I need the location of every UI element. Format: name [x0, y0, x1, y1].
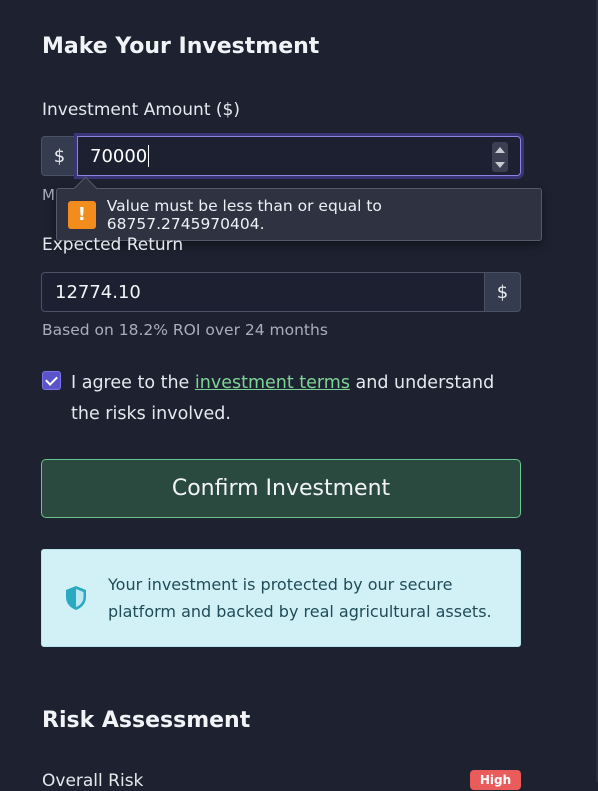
agreement-text-before: I agree to the — [71, 373, 195, 393]
warning-icon: ! — [68, 200, 96, 229]
number-spinner[interactable] — [492, 142, 508, 172]
protection-info-text: Your investment is protected by our secu… — [108, 575, 492, 621]
agreement-text: I agree to the investment terms and unde… — [42, 368, 512, 430]
agree-checkbox[interactable] — [42, 371, 61, 390]
section-title: Make Your Investment — [42, 34, 320, 59]
investment-amount-label: Investment Amount ($) — [42, 100, 240, 120]
expected-return-label: Expected Return — [42, 235, 184, 255]
expected-return-group: 12774.10 $ — [41, 272, 521, 312]
amount-hint-partial: M — [42, 186, 55, 204]
currency-suffix: $ — [485, 272, 521, 312]
protection-info-box: Your investment is protected by our secu… — [41, 549, 521, 647]
risk-level-badge: High — [470, 770, 521, 790]
investment-amount-value: 70000 — [90, 145, 148, 167]
agreement-row: I agree to the investment terms and unde… — [42, 368, 512, 430]
validation-tooltip: ! Value must be less than or equal to 68… — [56, 176, 542, 241]
check-icon — [45, 372, 58, 386]
investment-amount-group: $ 70000 — [41, 136, 521, 178]
validation-message: Value must be less than or equal to 6875… — [106, 196, 382, 233]
spin-up-icon[interactable] — [495, 146, 505, 153]
tooltip-arrow — [73, 176, 98, 201]
investment-amount-input[interactable]: 70000 — [77, 136, 521, 176]
text-caret — [148, 145, 150, 167]
overall-risk-label: Overall Risk — [42, 771, 144, 791]
spin-down-icon[interactable] — [495, 161, 505, 168]
investment-terms-link[interactable]: investment terms — [195, 373, 350, 393]
expected-return-input[interactable]: 12774.10 — [41, 272, 485, 312]
expected-return-helper: Based on 18.2% ROI over 24 months — [42, 321, 328, 339]
confirm-investment-button[interactable]: Confirm Investment — [41, 459, 521, 518]
shield-icon — [66, 586, 86, 610]
currency-prefix: $ — [41, 136, 77, 176]
risk-assessment-title: Risk Assessment — [42, 708, 251, 733]
